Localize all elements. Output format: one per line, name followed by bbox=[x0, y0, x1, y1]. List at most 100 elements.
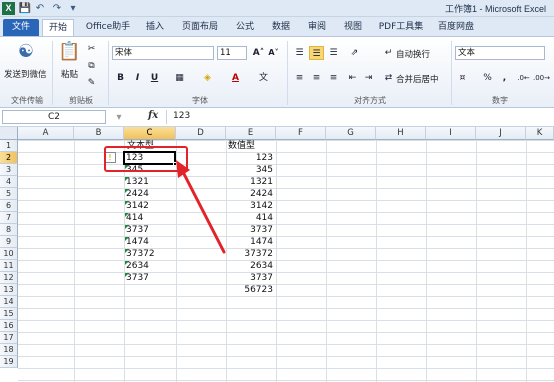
worksheet-grid[interactable] bbox=[18, 140, 554, 382]
phonetic-button[interactable]: 文 bbox=[256, 71, 271, 85]
cell-e7[interactable]: 414 bbox=[226, 212, 276, 224]
column-header-f[interactable]: F bbox=[276, 127, 326, 140]
cell-c8[interactable]: 3737 bbox=[124, 224, 176, 236]
row-header-12[interactable]: 12 bbox=[0, 272, 18, 284]
tab-pdf-tools[interactable]: PDF工具集 bbox=[374, 19, 428, 36]
tab-data[interactable]: 数据 bbox=[266, 19, 296, 36]
wechat-icon[interactable]: ☯ bbox=[14, 41, 38, 62]
row-header-15[interactable]: 15 bbox=[0, 308, 18, 320]
cell-c9[interactable]: 1474 bbox=[124, 236, 176, 248]
tab-formulas[interactable]: 公式 bbox=[230, 19, 260, 36]
tab-office-assistant[interactable]: Office助手 bbox=[80, 19, 136, 36]
row-header-11[interactable]: 11 bbox=[0, 260, 18, 272]
cell-c6[interactable]: 3142 bbox=[124, 200, 176, 212]
redo-icon[interactable]: ↷ bbox=[50, 1, 64, 16]
number-format-select[interactable]: 文本 bbox=[455, 46, 545, 60]
column-header-i[interactable]: I bbox=[426, 127, 476, 140]
cell-e2[interactable]: 123 bbox=[226, 152, 276, 164]
row-header-19[interactable]: 19 bbox=[0, 356, 18, 368]
save-icon[interactable]: 💾 bbox=[18, 1, 32, 16]
cell-c5[interactable]: 2424 bbox=[124, 188, 176, 200]
cell-e11[interactable]: 2634 bbox=[226, 260, 276, 272]
cell-e13[interactable]: 56723 bbox=[226, 284, 276, 296]
row-header-10[interactable]: 10 bbox=[0, 248, 18, 260]
merge-center-icon[interactable]: ⇄ bbox=[381, 71, 396, 85]
copy-icon[interactable]: ⧉ bbox=[84, 59, 99, 73]
cell-e9[interactable]: 1474 bbox=[226, 236, 276, 248]
fill-color-icon[interactable]: ◈ bbox=[200, 71, 215, 85]
customize-quick-access-icon[interactable]: ▾ bbox=[66, 1, 80, 16]
wrap-text-button[interactable]: 自动换行 bbox=[396, 48, 430, 60]
row-header-14[interactable]: 14 bbox=[0, 296, 18, 308]
accounting-format-icon[interactable]: ¤ bbox=[455, 71, 470, 85]
tab-review[interactable]: 审阅 bbox=[302, 19, 332, 36]
cell-e8[interactable]: 3737 bbox=[226, 224, 276, 236]
excel-logo-icon[interactable]: X bbox=[2, 2, 15, 15]
cell-c4[interactable]: 1321 bbox=[124, 176, 176, 188]
bold-button[interactable]: B bbox=[113, 71, 128, 85]
tab-view[interactable]: 视图 bbox=[338, 19, 368, 36]
cell-e3[interactable]: 345 bbox=[226, 164, 276, 176]
cell-c10[interactable]: 37372 bbox=[124, 248, 176, 260]
decrease-decimal-icon[interactable]: .00→ bbox=[533, 71, 550, 85]
select-all-corner[interactable] bbox=[0, 127, 18, 140]
column-header-g[interactable]: G bbox=[326, 127, 376, 140]
column-header-a[interactable]: A bbox=[18, 127, 74, 140]
comma-style-button[interactable]: , bbox=[497, 71, 512, 85]
cell-c11[interactable]: 2634 bbox=[124, 260, 176, 272]
tab-home[interactable]: 开始 bbox=[42, 19, 74, 36]
row-header-8[interactable]: 8 bbox=[0, 224, 18, 236]
column-header-b[interactable]: B bbox=[74, 127, 124, 140]
paste-button[interactable]: 粘贴 bbox=[61, 68, 78, 80]
cell-e12[interactable]: 3737 bbox=[226, 272, 276, 284]
format-painter-icon[interactable]: ✎ bbox=[84, 76, 99, 90]
increase-decimal-icon[interactable]: .0← bbox=[516, 71, 531, 85]
row-header-6[interactable]: 6 bbox=[0, 200, 18, 212]
align-left-icon[interactable]: ≡ bbox=[292, 71, 307, 85]
cell-e6[interactable]: 3142 bbox=[226, 200, 276, 212]
cell-c7[interactable]: 414 bbox=[124, 212, 176, 224]
text-orientation-icon[interactable]: ⇗ bbox=[347, 46, 362, 60]
cut-icon[interactable]: ✂ bbox=[84, 42, 99, 56]
underline-button[interactable]: U bbox=[147, 71, 162, 85]
cell-e1[interactable]: 数值型 bbox=[226, 140, 276, 152]
tab-baidu-netdisk[interactable]: 百度网盘 bbox=[434, 19, 478, 36]
italic-button[interactable]: I bbox=[130, 71, 145, 85]
borders-icon[interactable]: ▦ bbox=[172, 71, 187, 85]
name-box[interactable]: C2 bbox=[2, 110, 106, 124]
insert-function-button[interactable]: fx bbox=[148, 110, 158, 121]
undo-icon[interactable]: ↶ bbox=[33, 1, 47, 16]
column-header-h[interactable]: H bbox=[376, 127, 426, 140]
cell-e4[interactable]: 1321 bbox=[226, 176, 276, 188]
cell-e10[interactable]: 37372 bbox=[226, 248, 276, 260]
tab-file[interactable]: 文件 bbox=[3, 19, 39, 36]
row-header-18[interactable]: 18 bbox=[0, 344, 18, 356]
align-center-icon[interactable]: ≡ bbox=[309, 71, 324, 85]
wrap-text-icon[interactable]: ↵ bbox=[381, 46, 396, 60]
font-color-icon[interactable]: A bbox=[228, 71, 243, 85]
merge-center-button[interactable]: 合并后居中 bbox=[396, 73, 439, 85]
column-header-d[interactable]: D bbox=[176, 127, 226, 140]
align-middle-icon[interactable]: ☰ bbox=[309, 46, 324, 60]
row-header-5[interactable]: 5 bbox=[0, 188, 18, 200]
decrease-indent-icon[interactable]: ⇤ bbox=[345, 71, 360, 85]
row-header-4[interactable]: 4 bbox=[0, 176, 18, 188]
grow-font-button[interactable]: A˄ bbox=[251, 46, 266, 60]
row-header-13[interactable]: 13 bbox=[0, 284, 18, 296]
tab-page-layout[interactable]: 页面布局 bbox=[176, 19, 224, 36]
paste-icon[interactable]: 📋 bbox=[58, 41, 80, 62]
percent-style-button[interactable]: % bbox=[480, 71, 495, 85]
row-header-2[interactable]: 2 bbox=[0, 152, 18, 164]
align-top-icon[interactable]: ☰ bbox=[292, 46, 307, 60]
row-header-1[interactable]: 1 bbox=[0, 140, 18, 152]
name-box-dropdown-icon[interactable]: ▾ bbox=[112, 110, 126, 125]
align-bottom-icon[interactable]: ☰ bbox=[326, 46, 341, 60]
row-header-16[interactable]: 16 bbox=[0, 320, 18, 332]
align-right-icon[interactable]: ≡ bbox=[326, 71, 341, 85]
font-size-select[interactable]: 11 bbox=[217, 46, 247, 60]
shrink-font-button[interactable]: A˅ bbox=[266, 46, 281, 60]
column-header-k[interactable]: K bbox=[526, 127, 554, 140]
row-header-17[interactable]: 17 bbox=[0, 332, 18, 344]
row-header-7[interactable]: 7 bbox=[0, 212, 18, 224]
increase-indent-icon[interactable]: ⇥ bbox=[361, 71, 376, 85]
